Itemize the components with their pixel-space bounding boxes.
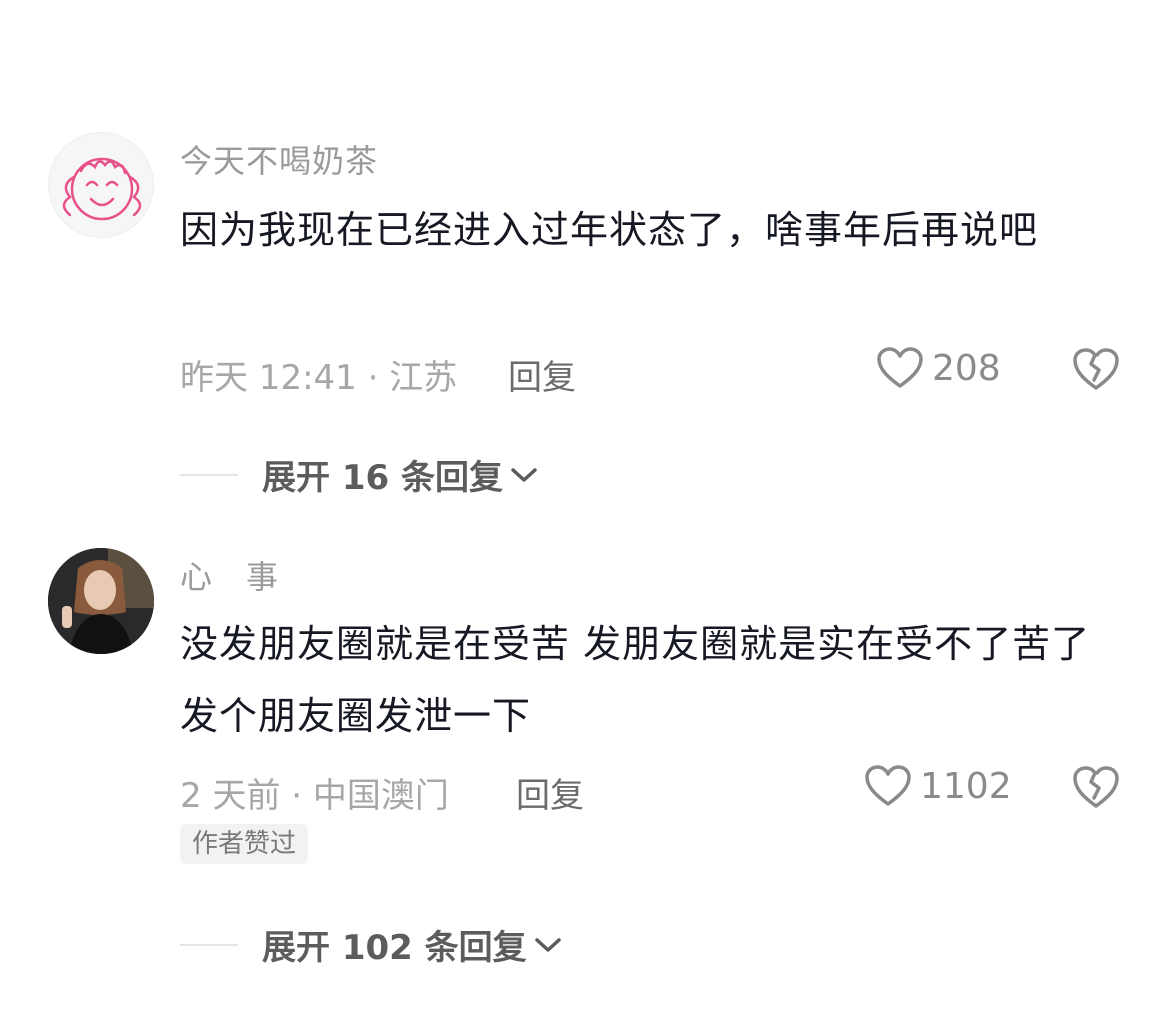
divider xyxy=(180,943,238,946)
expand-replies-button[interactable]: 展开 16 条回复 xyxy=(180,450,539,499)
comment-meta: 2 天前 · 中国澳门 xyxy=(180,776,449,816)
username[interactable]: 心 事 xyxy=(180,552,279,598)
like-count: 1102 xyxy=(920,765,1012,807)
divider xyxy=(180,473,238,476)
comment-text: 因为我现在已经进入过年状态了，啥事年后再说吧 xyxy=(180,208,1039,252)
comment-list: 今天不喝奶茶 因为我现在已经进入过年状态了，啥事年后再说吧 昨天 12:41 ·… xyxy=(0,0,1163,1029)
avatar[interactable] xyxy=(48,548,154,654)
expand-replies-label: 展开 102 条回复 xyxy=(262,928,527,968)
heart-icon xyxy=(865,765,911,806)
broken-heart-icon[interactable] xyxy=(1072,346,1120,392)
like-button[interactable]: 1102 xyxy=(864,764,1012,808)
expand-replies-button[interactable]: 展开 102 条回复 xyxy=(180,920,563,969)
broken-heart-icon[interactable] xyxy=(1072,764,1120,810)
doodle-face-icon xyxy=(62,157,142,221)
like-count: 208 xyxy=(932,347,1001,389)
comment-text: 没发朋友圈就是在受苦 发朋友圈就是实在受不了苦了 发个朋友圈发泄一下 xyxy=(180,622,1091,738)
author-liked-badge: 作者赞过 xyxy=(180,824,309,864)
chevron-down-icon xyxy=(511,467,537,482)
comment-meta: 昨天 12:41 · 江苏 xyxy=(180,358,458,398)
username[interactable]: 今天不喝奶茶 xyxy=(180,136,378,182)
reply-button[interactable]: 回复 xyxy=(516,768,584,817)
like-button[interactable]: 208 xyxy=(876,346,1001,390)
expand-replies-label: 展开 16 条回复 xyxy=(262,458,503,498)
profile-photo xyxy=(48,548,154,654)
chevron-down-icon xyxy=(534,937,561,952)
heart-icon xyxy=(877,347,923,388)
avatar[interactable] xyxy=(48,132,154,238)
reply-button[interactable]: 回复 xyxy=(508,350,576,399)
